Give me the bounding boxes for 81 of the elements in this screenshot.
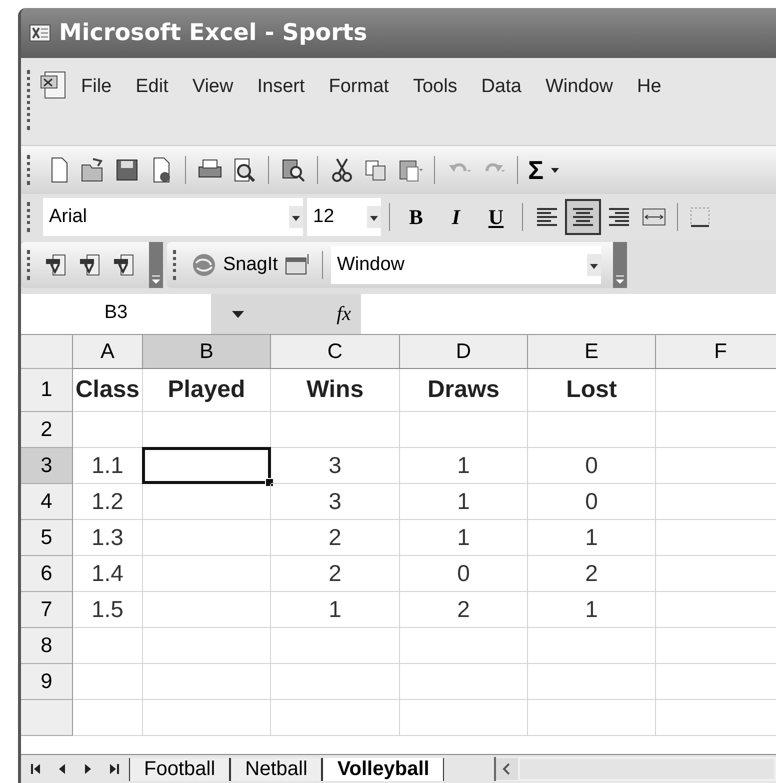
- table-cell[interactable]: 1: [271, 592, 400, 628]
- table-cell[interactable]: 0: [400, 556, 528, 592]
- table-cell[interactable]: 2: [400, 592, 528, 628]
- menu-item[interactable]: Window: [545, 70, 614, 98]
- bold-button[interactable]: B: [398, 204, 434, 230]
- row-header[interactable]: [21, 700, 73, 736]
- column-header[interactable]: E: [528, 335, 656, 369]
- select-all-corner[interactable]: [21, 335, 73, 369]
- table-cell[interactable]: 3: [271, 484, 400, 520]
- profile-dropdown[interactable]: Window: [330, 246, 601, 284]
- table-cell[interactable]: Lost: [528, 369, 656, 412]
- table-cell[interactable]: Class: [73, 369, 143, 412]
- toolbar-options-icon[interactable]: [612, 242, 627, 288]
- sheet-tab[interactable]: Volleyball: [322, 758, 444, 780]
- table-cell[interactable]: 2: [271, 556, 400, 592]
- profile-name: Window: [336, 254, 405, 276]
- menu-item[interactable]: Data: [481, 70, 522, 98]
- sheet-tab[interactable]: Football: [129, 758, 230, 780]
- snagit-button[interactable]: SnagIt: [223, 254, 278, 276]
- table-cell[interactable]: 0: [528, 448, 656, 484]
- name-box-dropdown[interactable]: fx: [211, 294, 361, 334]
- menu-item[interactable]: Tools: [412, 70, 458, 98]
- menu-item[interactable]: He: [637, 70, 662, 98]
- caret-icon[interactable]: [550, 166, 560, 174]
- table-cell[interactable]: 1.4: [73, 556, 143, 592]
- column-header[interactable]: A: [73, 335, 143, 369]
- table-cell[interactable]: 1: [528, 520, 656, 556]
- last-sheet-icon[interactable]: [107, 762, 121, 776]
- table-cell[interactable]: 1.3: [73, 520, 143, 556]
- italic-button[interactable]: I: [438, 204, 474, 230]
- window-title: Microsoft Excel - Sports: [59, 20, 368, 46]
- caret-icon: [586, 254, 601, 276]
- row-header[interactable]: 9: [21, 664, 73, 700]
- table-cell[interactable]: 1: [400, 520, 528, 556]
- row-header[interactable]: 2: [21, 412, 73, 448]
- sheet-tab[interactable]: Netball: [230, 758, 322, 780]
- scroll-left-icon[interactable]: [496, 758, 518, 780]
- menu-item[interactable]: Format: [328, 70, 389, 98]
- row-header[interactable]: 8: [21, 628, 73, 664]
- autosum-button[interactable]: Σ: [528, 154, 544, 186]
- caret-icon: [367, 206, 381, 228]
- column-header[interactable]: B: [143, 335, 271, 369]
- table-cell[interactable]: 1.5: [73, 592, 143, 628]
- row-header[interactable]: 5: [21, 520, 73, 556]
- menu-item[interactable]: View: [192, 70, 234, 98]
- align-center-icon[interactable]: [567, 201, 599, 233]
- row-header[interactable]: 7: [21, 592, 73, 628]
- table-cell[interactable]: 2: [271, 520, 400, 556]
- table-cell[interactable]: Draws: [400, 369, 528, 412]
- font-size: 12: [313, 206, 334, 228]
- toolbar-options-icon[interactable]: [149, 242, 163, 288]
- font-size-dropdown[interactable]: 12: [307, 198, 381, 236]
- font-name: Arial: [49, 206, 88, 228]
- table-cell[interactable]: 3: [271, 448, 400, 484]
- spreadsheet-icon: [29, 24, 51, 42]
- column-header[interactable]: C: [271, 335, 400, 369]
- underline-button[interactable]: U: [478, 204, 514, 230]
- table-cell[interactable]: 1.1: [73, 448, 143, 484]
- insert-function-button[interactable]: fx: [336, 302, 351, 326]
- table-cell[interactable]: 1: [400, 484, 528, 520]
- first-sheet-icon[interactable]: [29, 762, 43, 776]
- horizontal-scrollbar[interactable]: [494, 757, 776, 781]
- table-cell[interactable]: Played: [143, 369, 271, 412]
- row-header[interactable]: 1: [21, 369, 73, 412]
- column-header[interactable]: D: [400, 335, 528, 369]
- menu-item[interactable]: Insert: [257, 70, 305, 98]
- caret-icon: [289, 206, 303, 228]
- caret-icon: [231, 309, 245, 319]
- font-dropdown[interactable]: Arial: [43, 198, 303, 236]
- row-header[interactable]: 4: [21, 484, 73, 520]
- table-cell[interactable]: 1: [528, 592, 656, 628]
- row-header[interactable]: 3: [21, 448, 73, 484]
- table-cell[interactable]: 2: [528, 556, 656, 592]
- column-header[interactable]: F: [656, 335, 776, 369]
- row-header[interactable]: 6: [21, 556, 73, 592]
- menu-item[interactable]: Edit: [136, 70, 168, 98]
- menu-item[interactable]: File: [81, 70, 112, 98]
- table-cell[interactable]: 0: [528, 484, 656, 520]
- table-cell[interactable]: Wins: [271, 369, 400, 412]
- table-cell[interactable]: 1: [400, 448, 528, 484]
- table-cell[interactable]: 1.2: [73, 484, 143, 520]
